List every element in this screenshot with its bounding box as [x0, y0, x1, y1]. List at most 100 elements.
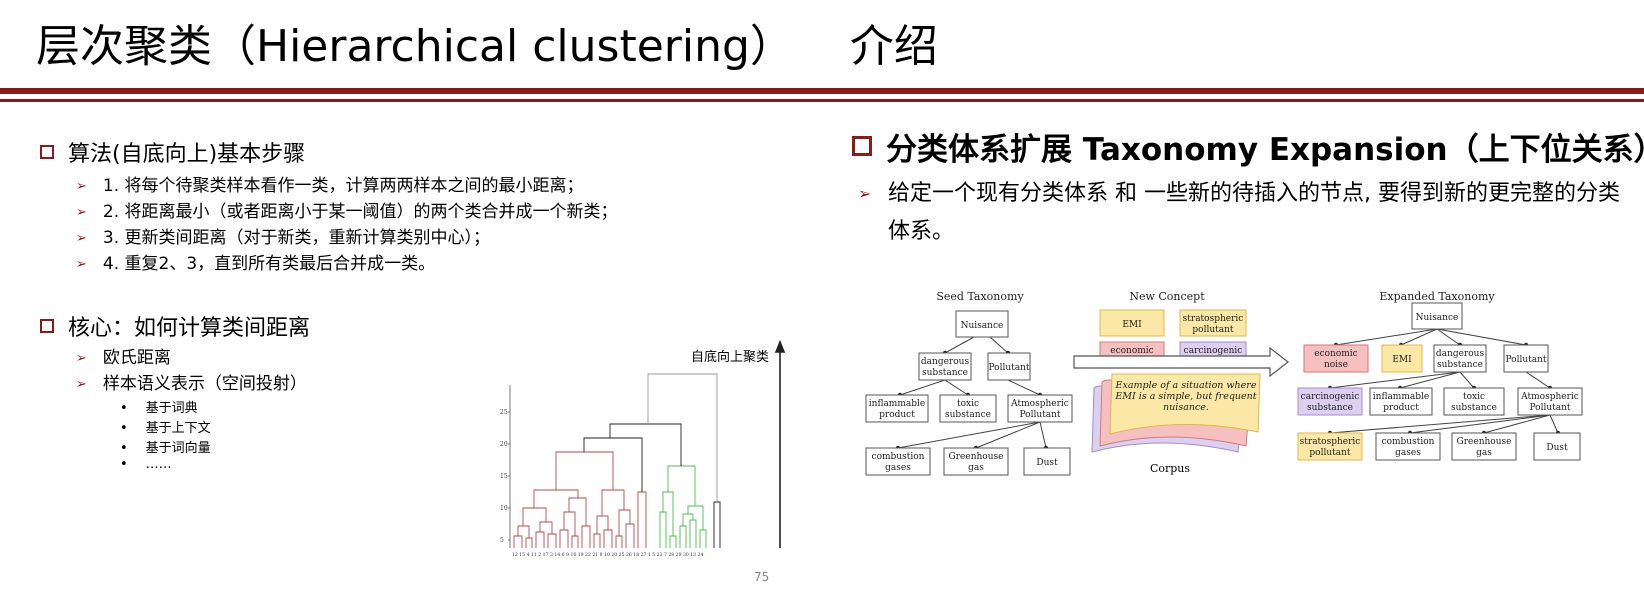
- expanded-node-pollutant: Pollutant: [1503, 344, 1549, 373]
- subitem-text: ……: [145, 457, 172, 472]
- sub-list-item: • 基于词典: [120, 397, 198, 416]
- y-tick-label: 25: [500, 409, 508, 416]
- corpus-text-line: Example of a situation where: [1115, 380, 1257, 391]
- new-node-stratospheric: stratosphericpollutant: [1179, 309, 1247, 337]
- seed-node-inflammable: inflammableproduct: [865, 394, 929, 423]
- svg-text:carcinogenic: carcinogenic: [1184, 346, 1243, 356]
- section-heading: 核心：如何计算类间距离: [68, 316, 311, 341]
- step-text: 3. 更新类间距离（对于新类，重新计算类别中心）；: [102, 228, 491, 248]
- subitem-text: 基于词典: [145, 401, 198, 416]
- svg-text:economic: economic: [1314, 349, 1357, 359]
- heading-text: 分类体系扩展 Taxonomy Expansion（上下位关系）: [886, 132, 1644, 168]
- expanded-node-stratospheric: stratosphericpollutant: [1297, 432, 1363, 461]
- new-concept-title: New Concept: [1129, 290, 1205, 303]
- section-core: 核心：如何计算类间距离: [40, 310, 310, 342]
- seed-node-nuisance: Nuisance: [955, 310, 1009, 338]
- bullet-text: 给定一个现有分类体系 和 一些新的待插入的节点, 要得到新的更完整的分类体系。: [888, 181, 1620, 244]
- y-tick-label: 20: [500, 441, 508, 448]
- seed-node-dangerous: dangeroussubstance: [918, 352, 972, 381]
- y-tick-label: 10: [500, 505, 508, 512]
- svg-text:noise: noise: [1324, 360, 1348, 370]
- item-text: 欧氏距离: [102, 348, 171, 368]
- seed-node-toxic: toxicsubstance: [939, 394, 997, 423]
- svg-text:dangerous: dangerous: [921, 357, 970, 367]
- sub-list-item: • 基于词向量: [120, 437, 211, 456]
- expanded-node-dust: Dust: [1533, 432, 1581, 461]
- arrow-bullet-icon: ➢: [76, 351, 87, 366]
- svg-text:gas: gas: [968, 463, 984, 473]
- list-item: ➢ 4. 重复2、3，直到所有类最后合并成一类。: [76, 249, 435, 274]
- new-node-emi: EMI: [1099, 309, 1165, 337]
- svg-text:Atmospheric: Atmospheric: [1010, 399, 1069, 409]
- corpus-text-line: nuisance.: [1163, 402, 1209, 413]
- dot-bullet-icon: •: [120, 441, 128, 456]
- svg-text:toxic: toxic: [1463, 392, 1485, 402]
- expanded-node-greenhouse: Greenhousegas: [1451, 432, 1517, 461]
- dendrogram-figure: 25 20 15 10 5 12 15 4 11 2 17 3 14 6 9 1…: [500, 340, 786, 558]
- svg-text:economic: economic: [1110, 346, 1153, 356]
- expanded-node-carcinogenic: carcinogenicsubstance: [1297, 387, 1363, 416]
- svg-text:Atmospheric: Atmospheric: [1520, 392, 1579, 402]
- dendrogram-axis: [508, 385, 511, 548]
- svg-text:combustion: combustion: [872, 452, 925, 462]
- arrow-bullet-icon: ➢: [76, 205, 87, 220]
- list-item: ➢ 样本语义表示（空间投射）: [76, 369, 307, 394]
- svg-text:gases: gases: [885, 463, 911, 473]
- square-bullet-icon: [40, 145, 54, 159]
- title-divider-thin: [0, 99, 1644, 102]
- list-item: ➢ 2. 将距离最小（或者距离小于某一阈值）的两个类合并成一个新类；: [76, 197, 618, 222]
- sub-list-item: • 基于上下文: [120, 417, 211, 436]
- svg-text:gases: gases: [1395, 448, 1421, 458]
- step-text: 1. 将每个待聚类样本看作一类，计算两两样本之间的最小距离；: [102, 176, 584, 196]
- square-bullet-icon: [40, 319, 54, 333]
- svg-text:Nuisance: Nuisance: [961, 321, 1004, 331]
- expanded-node-emi: EMI: [1381, 344, 1423, 373]
- svg-text:stratospheric: stratospheric: [1300, 437, 1361, 447]
- seed-taxonomy-title: Seed Taxonomy: [936, 290, 1024, 303]
- right-section-heading: 分类体系扩展 Taxonomy Expansion（上下位关系）: [852, 124, 1644, 169]
- page-number: 75: [754, 570, 770, 584]
- svg-text:EMI: EMI: [1392, 355, 1412, 365]
- svg-text:EMI: EMI: [1122, 320, 1142, 330]
- subitem-text: 基于词向量: [145, 441, 211, 456]
- svg-text:Pollutant: Pollutant: [1529, 403, 1570, 413]
- seed-node-dust: Dust: [1023, 447, 1071, 476]
- title-divider-thick: [0, 88, 1644, 94]
- dot-bullet-icon: •: [120, 457, 128, 472]
- expanded-node-nuisance: Nuisance: [1411, 302, 1463, 330]
- dendrogram-branches-red: [513, 451, 647, 548]
- page-title: 层次聚类（Hierarchical clustering） 介绍: [36, 21, 938, 72]
- seed-node-pollutant: Pollutant: [987, 352, 1031, 381]
- upward-arrow: [774, 340, 786, 548]
- seed-node-greenhouse: Greenhousegas: [943, 447, 1009, 476]
- square-bullet-icon: [852, 136, 872, 156]
- subitem-text: 基于上下文: [145, 421, 211, 436]
- item-text: 样本语义表示（空间投射）: [102, 374, 307, 394]
- corpus-text-line: EMI is a simple, but frequent: [1114, 391, 1256, 402]
- list-item: ➢ 欧氏距离: [76, 343, 171, 368]
- right-bullet: ➢ 给定一个现有分类体系 和 一些新的待插入的节点, 要得到新的更完整的分类体系。: [858, 175, 1628, 251]
- svg-text:Dust: Dust: [1036, 458, 1058, 468]
- svg-text:carcinogenic: carcinogenic: [1301, 392, 1360, 402]
- expanded-node-economic: economicnoise: [1303, 344, 1369, 373]
- dot-bullet-icon: •: [120, 401, 128, 416]
- svg-text:inflammable: inflammable: [1373, 392, 1429, 402]
- svg-text:product: product: [1383, 403, 1419, 413]
- svg-text:substance: substance: [1451, 403, 1497, 413]
- expanded-node-dangerous: dangeroussubstance: [1433, 344, 1487, 373]
- arrow-bullet-icon: ➢: [76, 377, 87, 392]
- svg-text:toxic: toxic: [957, 399, 979, 409]
- svg-text:Pollutant: Pollutant: [1019, 410, 1060, 420]
- arrow-bullet-icon: ➢: [76, 231, 87, 246]
- svg-text:Greenhouse: Greenhouse: [1457, 437, 1512, 447]
- sub-list-item: • ……: [120, 457, 172, 472]
- dot-bullet-icon: •: [120, 421, 128, 436]
- svg-text:pollutant: pollutant: [1192, 325, 1234, 335]
- svg-text:stratospheric: stratospheric: [1183, 314, 1244, 324]
- expanded-node-combustion: combustiongases: [1375, 432, 1441, 461]
- dendrogram-branches-black: [583, 373, 721, 548]
- svg-text:product: product: [879, 410, 915, 420]
- section-algorithm: 算法(自底向上)基本步骤: [40, 136, 305, 168]
- svg-text:Pollutant: Pollutant: [988, 363, 1029, 373]
- svg-text:dangerous: dangerous: [1436, 349, 1485, 359]
